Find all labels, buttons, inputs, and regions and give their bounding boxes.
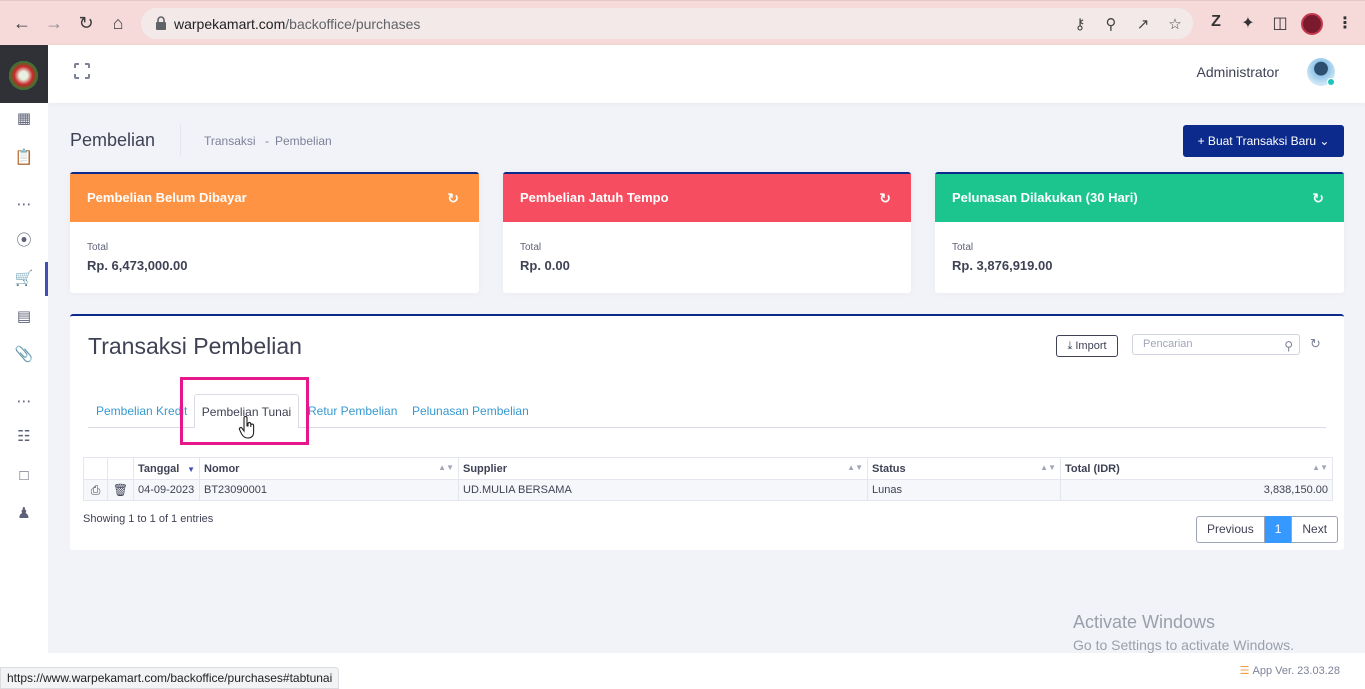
top-header: Administrator — [48, 45, 1365, 103]
share-icon[interactable]: ↗ — [1134, 15, 1152, 33]
table-row: ⎙ 🗑 04-09-2023 BT23090001 UD.MULIA BERSA… — [83, 479, 1333, 501]
pagination: Previous 1 Next — [1196, 516, 1339, 543]
action-column-header — [83, 457, 108, 480]
card-label: Total — [952, 242, 974, 253]
card-header: Pelunasan Dilakukan (30 Hari) ↻ — [935, 172, 1344, 222]
tab-pembelian-kredit[interactable]: Pembelian Kredit — [96, 404, 187, 418]
browser-toolbar: ← → ↻ ⌂ warpekamart.com/backoffice/purch… — [0, 0, 1365, 45]
key-icon[interactable]: ⚷ — [1071, 15, 1089, 33]
zoom-icon[interactable]: ⚲ — [1102, 15, 1120, 33]
search-input[interactable]: Pencarian ⚲ — [1132, 334, 1300, 355]
breadcrumb-separator: - — [265, 134, 269, 148]
card-header: Pembelian Jatuh Tempo ↻ — [503, 172, 911, 222]
users-icon[interactable]: ♟ — [13, 503, 35, 525]
cell-status: Lunas — [867, 479, 1061, 501]
card-due-purchases: Pembelian Jatuh Tempo ↻ Total Rp. 0.00 — [503, 172, 911, 293]
sidebar: ▦ 📋 ⋯ ⦿ 🛒 ▤ 📎 ⋯ ☷ □ ♟ — [0, 45, 48, 689]
calculator-icon[interactable]: ▤ — [13, 306, 35, 328]
card-value: Rp. 3,876,919.00 — [952, 258, 1053, 273]
side-panel-icon[interactable]: ◫ — [1270, 13, 1290, 33]
broadcast-icon[interactable]: ⦿ — [13, 230, 35, 252]
brand-logo[interactable] — [9, 61, 38, 90]
card-label: Total — [87, 242, 109, 253]
download-icon: ⤓ — [1067, 340, 1073, 352]
reload-icon[interactable]: ↻ — [75, 12, 97, 34]
breadcrumb-pembelian[interactable]: Pembelian — [275, 134, 332, 148]
browser-profile-avatar[interactable] — [1301, 13, 1323, 35]
cell-supplier: UD.MULIA BERSAMA — [458, 479, 868, 501]
sort-icon: ▲▼ — [1312, 463, 1328, 472]
tab-retur-pembelian[interactable]: Retur Pembelian — [308, 404, 397, 418]
page-title: Pembelian — [70, 130, 156, 150]
next-page-button[interactable]: Next — [1291, 516, 1339, 543]
trash-icon[interactable]: 🗑 — [107, 479, 134, 501]
sidebar-active-indicator — [45, 262, 48, 296]
table-refresh-icon[interactable]: ↻ — [1310, 336, 1321, 352]
cell-tanggal: 04-09-2023 — [133, 479, 200, 501]
paperclip-icon[interactable]: 📎 — [13, 344, 35, 366]
table-info: Showing 1 to 1 of 1 entries — [83, 513, 214, 525]
more-dots-icon: ⋯ — [16, 196, 32, 213]
page-1-button[interactable]: 1 — [1264, 516, 1292, 543]
search-icon: ⚲ — [1284, 339, 1293, 353]
box-icon[interactable]: □ — [13, 465, 35, 487]
dashboard-icon[interactable]: ▦ — [13, 108, 35, 130]
bookmark-star-icon[interactable]: ☆ — [1166, 15, 1184, 33]
back-icon[interactable]: ← — [11, 12, 33, 34]
notebook-icon[interactable]: ☷ — [13, 426, 35, 448]
new-transaction-button[interactable]: + Buat Transaksi Baru ⌄ — [1183, 125, 1344, 157]
previous-page-button[interactable]: Previous — [1196, 516, 1265, 543]
z-extension-icon[interactable]: Z — [1206, 13, 1226, 31]
refresh-icon[interactable]: ↻ — [1312, 174, 1324, 222]
puzzle-extension-icon[interactable]: ✦ — [1238, 13, 1258, 33]
action-column-header — [107, 457, 134, 480]
col-status[interactable]: Status ▲▼ — [867, 457, 1061, 480]
fullscreen-icon[interactable] — [73, 62, 91, 80]
card-value: Rp. 6,473,000.00 — [87, 258, 188, 273]
hand-cursor-icon — [238, 416, 255, 439]
browser-menu-icon[interactable]: ⋮ — [1335, 13, 1355, 33]
status-bar-url: https://www.warpekamart.com/backoffice/p… — [0, 667, 340, 689]
col-supplier[interactable]: Supplier ▲▼ — [458, 457, 868, 480]
user-name[interactable]: Administrator — [1197, 64, 1279, 80]
card-unpaid-purchases: Pembelian Belum Dibayar ↻ Total Rp. 6,473… — [70, 172, 479, 293]
logo-area — [0, 45, 48, 103]
card-settlements-30-days: Pelunasan Dilakukan (30 Hari) ↻ Total Rp.… — [935, 172, 1344, 293]
col-nomor[interactable]: Nomor ▲▼ — [199, 457, 459, 480]
breadcrumb-transaksi[interactable]: Transaksi — [204, 134, 256, 148]
address-bar[interactable]: warpekamart.com/backoffice/purchases ⚷ ⚲… — [141, 8, 1193, 39]
import-button[interactable]: ⤓ Import — [1056, 335, 1118, 357]
url-text: warpekamart.com/backoffice/purchases — [174, 16, 421, 32]
col-total[interactable]: Total (IDR) ▲▼ — [1060, 457, 1333, 480]
transactions-panel: Transaksi Pembelian ⤓ Import Pencarian ⚲ … — [70, 314, 1344, 550]
sort-icon: ▲▼ — [1040, 463, 1056, 472]
card-header: Pembelian Belum Dibayar ↻ — [70, 172, 479, 222]
forward-icon[interactable]: → — [43, 12, 65, 34]
card-value: Rp. 0.00 — [520, 258, 570, 273]
activate-windows-title: Activate Windows — [1073, 612, 1216, 632]
app-version: ☰ App Ver. 23.03.28 — [1239, 665, 1340, 677]
sort-icon: ▲▼ — [438, 463, 454, 472]
col-tanggal[interactable]: Tanggal ▼ — [133, 457, 200, 480]
subheader-divider — [180, 124, 181, 156]
sort-desc-icon: ▼ — [187, 465, 195, 474]
online-status-dot — [1327, 78, 1335, 86]
cart-icon[interactable]: 🛒 — [13, 268, 35, 290]
panel-title: Transaksi Pembelian — [88, 333, 302, 359]
sort-icon: ▲▼ — [847, 463, 863, 472]
home-icon[interactable]: ⌂ — [107, 12, 129, 34]
more-dots-icon: ⋯ — [16, 393, 32, 410]
refresh-icon[interactable]: ↻ — [447, 174, 459, 222]
cell-nomor: BT23090001 — [199, 479, 459, 501]
card-label: Total — [520, 242, 542, 253]
refresh-icon[interactable]: ↻ — [879, 174, 891, 222]
tab-pelunasan-pembelian[interactable]: Pelunasan Pembelian — [412, 404, 529, 418]
activate-windows-subtitle: Go to Settings to activate Windows. — [1073, 637, 1294, 653]
layers-icon: ☰ — [1239, 665, 1250, 677]
clipboard-icon[interactable]: 📋 — [13, 147, 35, 169]
lock-icon — [156, 16, 166, 30]
purchases-table: Tanggal ▼ Nomor ▲▼ Supplier ▲▼ Status ▲▼ Tot… — [83, 457, 1333, 501]
print-icon[interactable]: ⎙ — [83, 479, 108, 501]
cell-total: 3,838,150.00 — [1060, 479, 1333, 501]
